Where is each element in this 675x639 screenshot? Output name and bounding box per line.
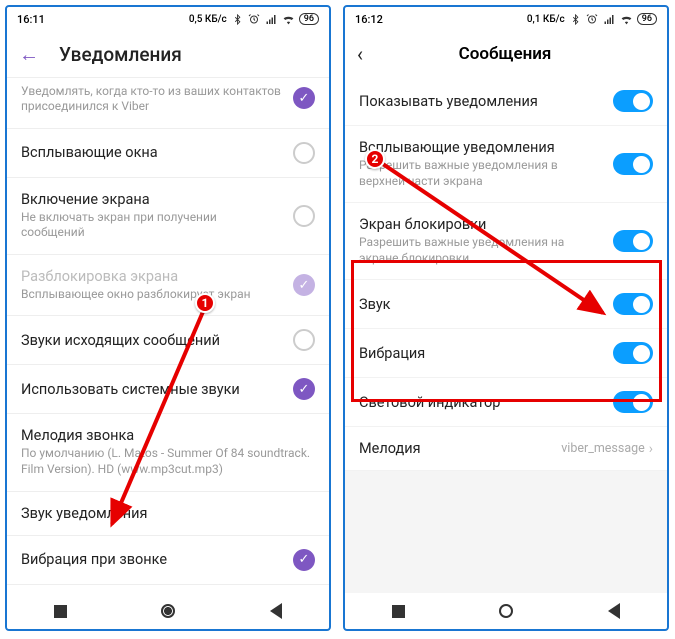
item-title: Мелодия (359, 440, 551, 457)
wifi-icon (620, 13, 633, 26)
checkbox-icon[interactable]: ✓ (293, 378, 315, 400)
item-sub: Всплывающее окно разблокирует экран (21, 287, 283, 303)
android-navbar (345, 593, 667, 629)
settings-list: Уведомлять, когда кто-то из ваших контак… (7, 78, 329, 594)
list-item[interactable]: Мелодия viber_message › (345, 427, 667, 471)
status-right: 0,1 КБ/с 96 (527, 13, 657, 26)
item-sub: Разрешить важные уведомления на экране б… (359, 235, 603, 266)
item-title: Звук (359, 296, 603, 313)
list-item[interactable]: Вибрация (345, 329, 667, 378)
status-speed: 0,5 КБ/с (189, 14, 227, 25)
item-sub: Разрешить важные уведомления в верхней ч… (359, 158, 603, 189)
bluetooth-icon (569, 13, 582, 26)
settings-list: Показывать уведомления Всплывающие уведо… (345, 77, 667, 593)
signal-icon (603, 13, 616, 26)
page-header: ← Уведомления (7, 31, 329, 77)
list-item[interactable]: Звук (345, 280, 667, 329)
status-time: 16:11 (17, 13, 45, 26)
item-title: Включение экрана (21, 191, 283, 208)
item-sub: По умолчанию (L. Matos - Summer Of 84 so… (21, 446, 315, 477)
item-title: Всплывающие уведомления (359, 139, 603, 156)
back-icon[interactable]: ← (19, 42, 39, 67)
checkbox-icon: ✓ (293, 274, 315, 296)
wifi-icon (282, 13, 295, 26)
list-item[interactable]: Показывать уведомления (345, 77, 667, 126)
recent-apps-button[interactable] (392, 605, 405, 618)
toggle-switch[interactable] (613, 342, 653, 364)
item-title: Вибрация при звонке (21, 551, 283, 568)
checkbox-icon[interactable] (293, 329, 315, 351)
recent-apps-button[interactable] (54, 605, 67, 618)
item-title: Световой индикатор (359, 394, 603, 411)
item-title: Показывать уведомления (359, 93, 603, 110)
item-title: Экран блокировки (359, 216, 603, 233)
toggle-switch[interactable] (613, 391, 653, 413)
list-item[interactable]: Звук уведомления (7, 492, 329, 536)
alarm-icon (586, 13, 599, 26)
status-speed: 0,1 КБ/с (527, 14, 565, 25)
statusbar: 16:12 0,1 КБ/с 96 (345, 7, 667, 31)
left-phone: 16:11 0,5 КБ/с 96 ← Уведомления Уведомля… (5, 5, 331, 631)
item-title: Всплывающие окна (21, 144, 283, 161)
page-title: Сообщения (383, 44, 627, 64)
item-title: Мелодия звонка (21, 427, 315, 444)
list-item[interactable]: Мелодия звонка По умолчанию (L. Matos - … (7, 414, 329, 491)
list-item[interactable]: Уведомлять, когда кто-то из ваших контак… (7, 78, 329, 129)
back-button[interactable] (270, 603, 282, 619)
list-item: Разблокировка экрана Всплывающее окно ра… (7, 255, 329, 317)
list-item[interactable]: Всплывающие уведомления Разрешить важные… (345, 126, 667, 203)
home-button[interactable] (499, 604, 513, 618)
checkbox-icon[interactable]: ✓ (293, 549, 315, 571)
item-title: Использовать системные звуки (21, 381, 283, 398)
list-item[interactable]: Всплывающие окна (7, 129, 329, 178)
toggle-switch[interactable] (613, 230, 653, 252)
checkbox-icon[interactable] (293, 205, 315, 227)
chevron-right-icon: › (649, 441, 653, 457)
item-value: viber_message › (561, 441, 653, 457)
status-time: 16:12 (355, 13, 383, 26)
page-header: ‹ Сообщения (345, 31, 667, 77)
toggle-switch[interactable] (613, 90, 653, 112)
status-right: 0,5 КБ/с 96 (189, 13, 319, 26)
back-button[interactable] (608, 603, 620, 619)
item-title: Звуки исходящих сообщений (21, 332, 283, 349)
item-title: Разблокировка экрана (21, 268, 283, 285)
right-phone: 16:12 0,1 КБ/с 96 ‹ Сообщения Показывать… (343, 5, 669, 631)
list-item[interactable]: Экран блокировки Разрешить важные уведом… (345, 203, 667, 280)
alarm-icon (248, 13, 261, 26)
checkbox-icon[interactable]: ✓ (293, 87, 315, 109)
back-icon[interactable]: ‹ (357, 42, 363, 66)
bluetooth-icon (231, 13, 244, 26)
list-item[interactable]: Включение экрана Не включать экран при п… (7, 178, 329, 255)
home-button[interactable] (161, 604, 175, 618)
signal-icon (265, 13, 278, 26)
statusbar: 16:11 0,5 КБ/с 96 (7, 7, 329, 31)
android-navbar (7, 593, 329, 629)
page-title: Уведомления (59, 43, 182, 66)
item-title: Вибрация (359, 345, 603, 362)
item-sub: Не включать экран при получении сообщени… (21, 210, 283, 241)
item-sub: Уведомлять, когда кто-то из ваших контак… (21, 84, 283, 115)
battery-text: 96 (299, 13, 319, 25)
list-item[interactable]: Световой индикатор (345, 378, 667, 427)
checkbox-icon[interactable] (293, 142, 315, 164)
item-title: Звук уведомления (21, 505, 315, 522)
list-item[interactable]: Звуки исходящих сообщений (7, 316, 329, 365)
toggle-switch[interactable] (613, 153, 653, 175)
list-item[interactable]: Вибрация при звонке ✓ (7, 536, 329, 585)
list-item[interactable]: Использовать системные звуки ✓ (7, 365, 329, 414)
toggle-switch[interactable] (613, 293, 653, 315)
battery-text: 96 (637, 13, 657, 25)
